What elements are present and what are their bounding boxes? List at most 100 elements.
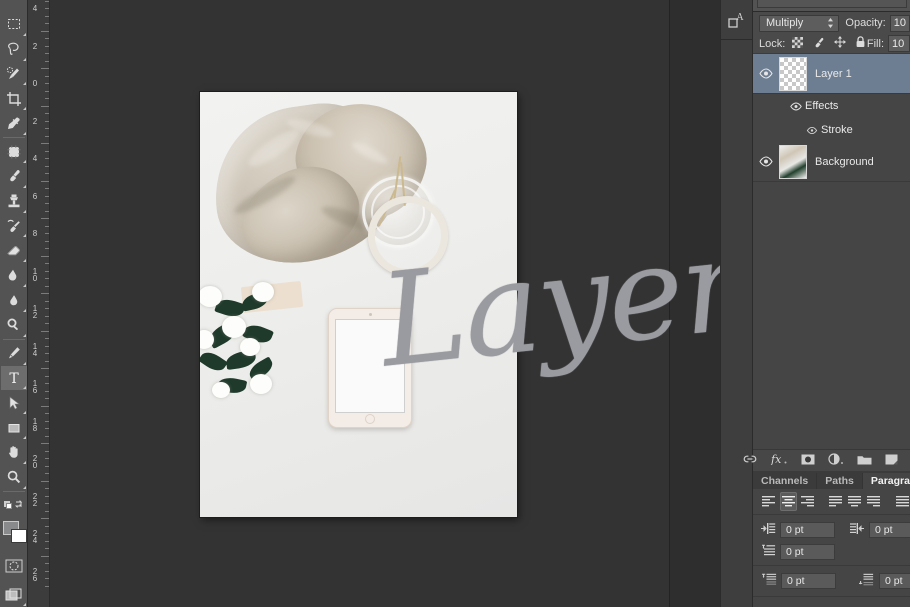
- background-visibility-eye-icon[interactable]: [753, 156, 779, 167]
- tool-zoom[interactable]: [1, 465, 27, 490]
- character-paragraph-panel-icon[interactable]: A: [721, 0, 753, 40]
- tool-pen[interactable]: [1, 341, 27, 366]
- options-bar-remnant[interactable]: [753, 0, 910, 12]
- ruler-tick-minor: [45, 203, 49, 204]
- tab-channels[interactable]: Channels: [753, 473, 817, 489]
- new-adjustment-layer-icon[interactable]: [828, 453, 844, 468]
- lock-image-pixels-icon[interactable]: [812, 37, 825, 51]
- lock-transparent-pixels-icon[interactable]: [792, 37, 803, 51]
- tool-type[interactable]: T: [1, 366, 27, 391]
- tool-rectangle[interactable]: [1, 415, 27, 440]
- tool-eraser[interactable]: [1, 238, 27, 263]
- layer-thumbnail[interactable]: [779, 57, 807, 91]
- new-layer-icon[interactable]: [885, 454, 898, 468]
- tool-brush[interactable]: [1, 164, 27, 189]
- ruler-tick-minor: [45, 353, 49, 354]
- chevron-updown-icon[interactable]: [827, 17, 834, 29]
- layer-name[interactable]: Background: [815, 156, 874, 168]
- flower: [212, 382, 230, 398]
- indent-first-line-input[interactable]: 0 pt: [780, 544, 835, 560]
- ruler-tick-minor: [45, 263, 49, 264]
- tool-eyedropper[interactable]: [1, 111, 27, 136]
- tool-gradient[interactable]: [1, 263, 27, 288]
- new-group-icon[interactable]: [857, 454, 872, 468]
- layer-effect-stroke-row[interactable]: Stroke: [753, 118, 910, 142]
- background-color-swatch[interactable]: [11, 529, 27, 543]
- tool-quick-selection[interactable]: [1, 62, 27, 87]
- document-workspace[interactable]: Layered: [50, 0, 670, 607]
- opacity-input[interactable]: 10: [890, 15, 910, 32]
- ruler-tick-minor: [45, 548, 49, 549]
- ruler-tick-minor: [45, 121, 49, 122]
- tab-paragraph[interactable]: Paragraph: [863, 473, 910, 489]
- ruler-tick-minor: [45, 391, 49, 392]
- ruler-tick-minor: [45, 563, 49, 564]
- ruler-label: 20: [30, 455, 40, 469]
- layer-thumbnail[interactable]: [779, 145, 807, 179]
- effects-visibility-eye-icon[interactable]: [787, 102, 805, 111]
- layer-visibility-eye-icon[interactable]: [753, 68, 779, 79]
- ruler-tick: [41, 406, 49, 407]
- tool-lasso[interactable]: [1, 37, 27, 62]
- layer-name[interactable]: Layer 1: [815, 68, 852, 80]
- indent-first-line-icon: [760, 544, 776, 560]
- indent-first-line-value: 0 pt: [786, 546, 804, 558]
- tool-history-brush[interactable]: [1, 214, 27, 239]
- tool-clone-stamp[interactable]: [1, 189, 27, 214]
- justify-last-right-icon[interactable]: [866, 492, 882, 511]
- layer-row-background[interactable]: Background: [753, 142, 910, 182]
- justify-all-icon[interactable]: [894, 492, 910, 511]
- ruler-label: 14: [30, 343, 40, 357]
- justify-last-center-icon[interactable]: [847, 492, 863, 511]
- tab-paths[interactable]: Paths: [817, 473, 863, 489]
- align-right-icon[interactable]: [800, 492, 816, 511]
- stroke-visibility-eye-icon[interactable]: [803, 126, 821, 135]
- blend-mode-value: Multiply: [766, 17, 803, 29]
- tool-path-selection[interactable]: [1, 390, 27, 415]
- ruler-tick-minor: [45, 53, 49, 54]
- default-colors-and-swap-icon[interactable]: [1, 493, 27, 518]
- color-swatches[interactable]: [1, 520, 27, 546]
- layer-row-layer-1[interactable]: Layer 1: [753, 54, 910, 94]
- justify-last-left-icon[interactable]: [828, 492, 844, 511]
- indent-right-margin-input[interactable]: 0 pt: [869, 522, 910, 538]
- ruler-tick: [41, 106, 49, 107]
- add-layer-mask-icon[interactable]: [801, 454, 815, 468]
- align-left-icon[interactable]: [761, 492, 777, 511]
- ruler-tick-minor: [45, 503, 49, 504]
- lock-position-icon[interactable]: [834, 36, 846, 51]
- blend-mode-row: Multiply Opacity: 10: [753, 12, 910, 34]
- tool-dodge[interactable]: [1, 313, 27, 338]
- ruler-label: 4: [30, 5, 40, 12]
- ruler-label: 8: [30, 230, 40, 237]
- quick-mask-mode-icon[interactable]: [1, 553, 27, 578]
- document-canvas[interactable]: [200, 92, 517, 517]
- ruler-tick-minor: [45, 128, 49, 129]
- align-center-icon[interactable]: [780, 492, 797, 511]
- blend-mode-select[interactable]: Multiply: [759, 15, 839, 32]
- vertical-ruler[interactable]: 4202468101214161820222426: [28, 0, 50, 607]
- space-before-input[interactable]: 0 pt: [781, 573, 836, 589]
- ruler-label: 6: [30, 193, 40, 200]
- tool-blur[interactable]: [1, 288, 27, 313]
- space-after-icon: [858, 573, 875, 589]
- layer-effects-row[interactable]: Effects: [753, 94, 910, 118]
- tool-spot-healing-brush[interactable]: [1, 139, 27, 164]
- screen-mode-icon[interactable]: [1, 582, 27, 607]
- fill-input[interactable]: 10: [888, 35, 910, 52]
- tool-crop[interactable]: [1, 86, 27, 111]
- svg-text:T: T: [9, 371, 19, 386]
- ruler-label: 24: [30, 530, 40, 544]
- indent-left-margin: 0 pt: [753, 522, 835, 538]
- link-layers-icon[interactable]: [743, 454, 757, 467]
- ruler-tick: [41, 218, 49, 219]
- tool-marquee[interactable]: [1, 12, 27, 37]
- tool-hand[interactable]: [1, 440, 27, 465]
- indent-left-margin-input[interactable]: 0 pt: [780, 522, 835, 538]
- stroke-label: Stroke: [821, 124, 853, 136]
- photoshop-window: T: [0, 0, 910, 607]
- space-after-input[interactable]: 0 pt: [879, 573, 910, 589]
- lock-all-icon[interactable]: [855, 36, 866, 51]
- layer-style-fx-icon[interactable]: fx: [770, 453, 788, 468]
- flower: [222, 316, 246, 338]
